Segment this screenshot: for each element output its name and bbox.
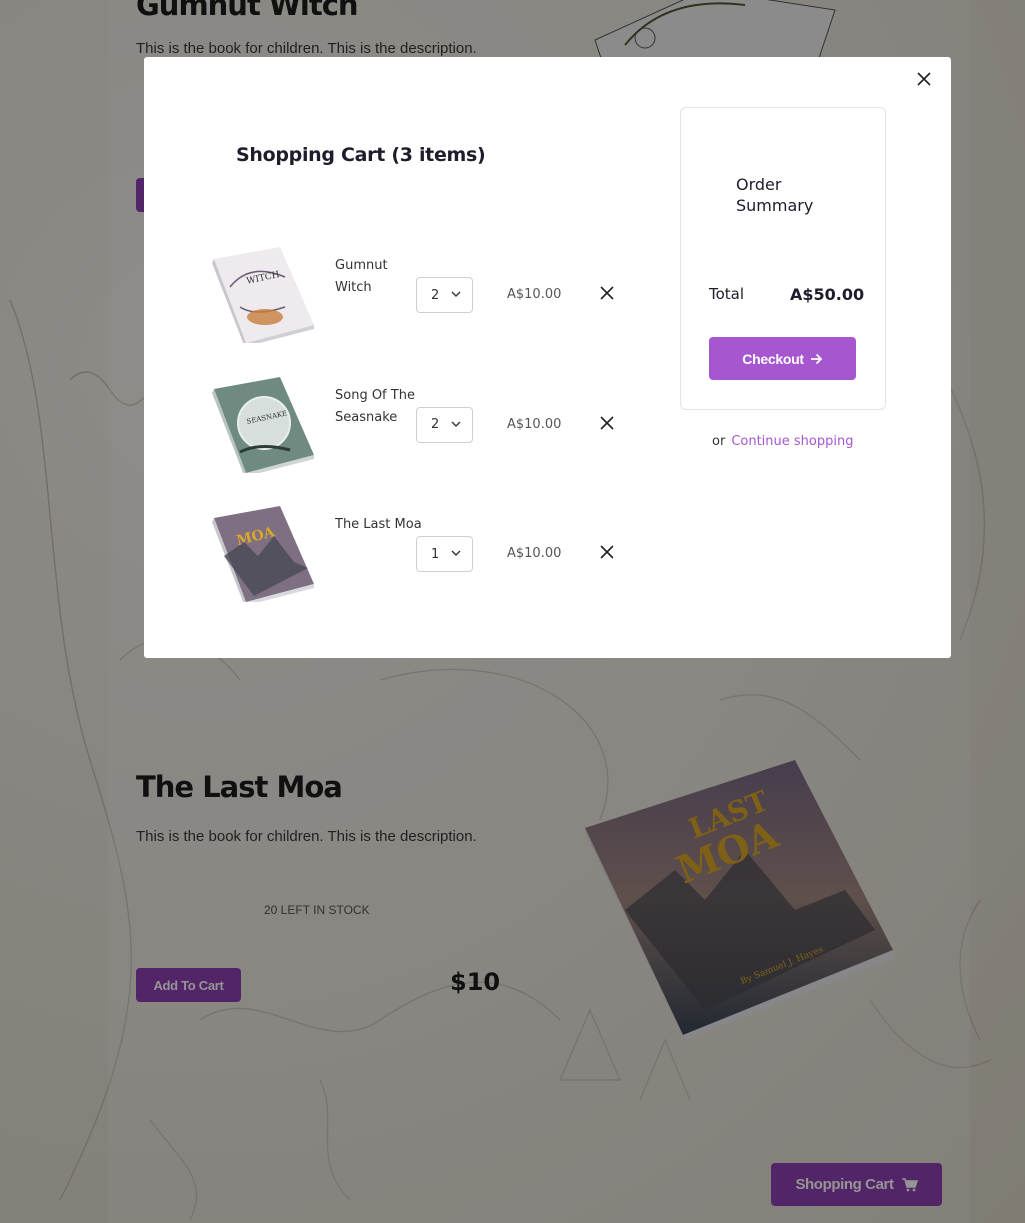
chevron-down-icon [451,550,461,556]
gumnut-witch-cover-thumbnail: WITCH [212,247,314,343]
total-label: Total [709,285,745,303]
cart-item: SEASNAKE Song Of The Seasnake 2 A$10.00 [210,375,630,505]
x-icon [600,415,614,430]
quantity-select[interactable]: 1 [416,536,473,572]
arrow-right-icon [810,353,822,364]
cart-item-price: A$10.00 [507,546,562,561]
continue-shopping-row: or Continue shopping [712,434,862,449]
checkout-button[interactable]: Checkout [709,337,856,380]
quantity-select[interactable]: 2 [416,277,473,313]
cart-item-name: Song Of The Seasnake [335,387,415,425]
order-summary-title: Order Summary [736,175,814,215]
quantity-select[interactable]: 2 [416,406,473,443]
cart-item-name: Gumnut Witch [335,258,388,295]
cart-item-price: A$10.00 [507,287,562,302]
chevron-down-icon [451,421,461,427]
cart-item-list: WITCH Gumnut Witch 2 A$10.00 SEASNAKE So… [210,245,630,634]
song-of-the-seasnake-cover-thumbnail: SEASNAKE [212,376,314,473]
total-value: A$50.00 [790,285,865,304]
continue-prefix: or [712,434,726,449]
cart-item: WITCH Gumnut Witch 2 A$10.00 [210,245,630,375]
remove-item-button[interactable] [598,543,616,561]
x-icon [600,286,614,300]
cart-heading: Shopping Cart (3 items) [236,144,486,166]
quantity-value: 1 [431,546,440,562]
chevron-down-icon [451,291,461,297]
quantity-value: 2 [431,287,440,303]
order-summary-card: Order Summary Total A$50.00 Checkout [680,107,886,410]
continue-shopping-link[interactable]: Continue shopping [731,434,853,449]
close-icon [917,72,931,86]
checkout-label: Checkout [742,350,804,367]
cart-item: MOA The Last Moa 1 A$10.00 [210,504,630,634]
cart-item-name: The Last Moa [335,517,422,532]
x-icon [600,545,614,559]
the-last-moa-cover-thumbnail: MOA [212,506,314,602]
shopping-cart-modal: Shopping Cart (3 items) WITCH Gumnut Wit… [144,57,951,658]
remove-item-button[interactable] [598,284,616,302]
remove-item-button[interactable] [598,414,616,432]
close-modal-button[interactable] [914,69,934,89]
cart-item-price: A$10.00 [507,416,562,432]
quantity-value: 2 [431,417,440,432]
